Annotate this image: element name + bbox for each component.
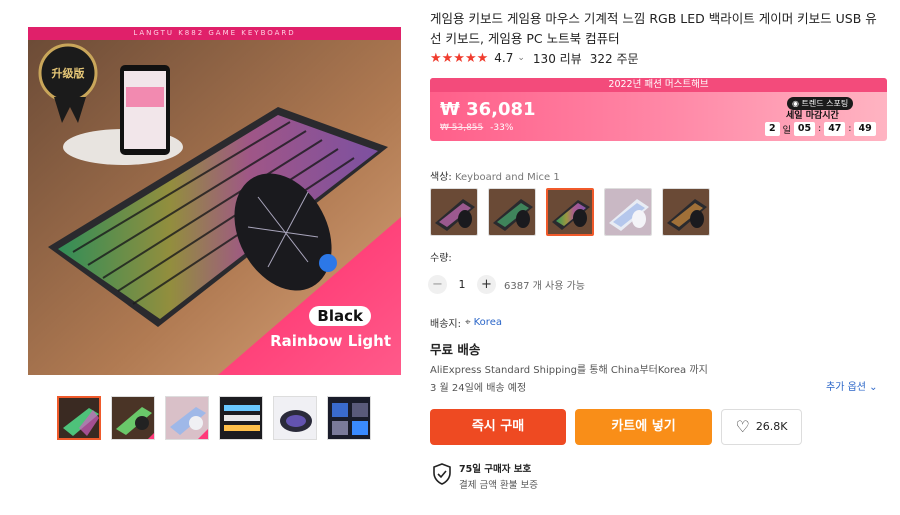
- thumbnail-5[interactable]: [273, 396, 317, 440]
- thumbnail-2[interactable]: [111, 396, 155, 440]
- star-rating-icons: ★★★★★: [430, 50, 489, 66]
- quantity-value[interactable]: 1: [447, 278, 477, 291]
- heart-icon: ♡: [735, 417, 750, 436]
- countdown-timer: 2 일 05 : 47 : 49: [765, 122, 876, 136]
- timer-colon: :: [848, 124, 852, 134]
- quantity-label: 수량:: [430, 253, 452, 264]
- color-swatches: [430, 188, 720, 236]
- timer-days: 2: [765, 122, 780, 136]
- quantity-available: 6387 개 사용 가능: [504, 280, 585, 292]
- buy-now-button[interactable]: 즉시 구매: [430, 409, 566, 445]
- sale-price: ₩ 36,081: [440, 99, 536, 120]
- quantity-increase-button[interactable]: +: [477, 274, 496, 294]
- ship-to-country[interactable]: Korea: [474, 317, 502, 328]
- location-pin-icon: ⌖: [464, 317, 471, 328]
- trend-badge-label: 트렌드 스포팅: [801, 99, 849, 108]
- chevron-down-icon: ⌄: [869, 382, 878, 393]
- original-price: ₩ 53,855: [440, 123, 484, 133]
- more-options-label: 추가 옵션: [826, 382, 866, 393]
- color-option-2[interactable]: [488, 188, 536, 236]
- promo-header: 2022년 패션 머스트해브: [430, 78, 887, 92]
- timer-day-unit: 일: [782, 125, 791, 136]
- wishlist-button[interactable]: ♡ 26.8K: [721, 409, 802, 445]
- timer-minutes: 47: [824, 122, 846, 136]
- buyer-protection: 75일 구매자 보호 결제 금액 환불 보증: [432, 461, 538, 491]
- thumbnail-strip: [57, 396, 377, 442]
- order-count: 322 주문: [589, 51, 639, 66]
- timer-hours: 05: [793, 122, 816, 136]
- timer-colon: :: [818, 124, 822, 134]
- review-count[interactable]: 130 리뷰: [533, 50, 582, 67]
- ship-to-row[interactable]: 배송지: ⌖ Korea: [430, 315, 502, 330]
- badge-dot-icon: ◉: [792, 99, 802, 108]
- rating-value: 4.7: [494, 51, 514, 65]
- thumbnail-1[interactable]: [57, 396, 101, 440]
- color-option-5[interactable]: [662, 188, 710, 236]
- image-banner-text: LANGTU K882 GAME KEYBOARD: [133, 29, 296, 37]
- thumbnail-3[interactable]: [165, 396, 209, 440]
- color-option-3[interactable]: [546, 188, 594, 236]
- timer-seconds: 49: [854, 122, 876, 136]
- thumbnail-4[interactable]: [219, 396, 263, 440]
- rating-row[interactable]: ★★★★★ 4.7 ⌄ 130 리뷰 322 주문: [430, 50, 639, 66]
- variant-label-rainbow: Rainbow Light: [270, 332, 391, 350]
- free-shipping-label: 무료 배송: [430, 342, 481, 357]
- protection-title: 75일 구매자 보호: [459, 464, 532, 475]
- shield-check-icon: [433, 463, 451, 485]
- variant-label-black: Black: [309, 306, 371, 326]
- color-option-4[interactable]: [604, 188, 652, 236]
- thumbnail-6[interactable]: [327, 396, 371, 440]
- original-price-row: ₩ 53,855 -33%: [440, 123, 513, 133]
- chevron-down-icon[interactable]: ⌄: [517, 53, 525, 63]
- add-to-cart-button[interactable]: 카트에 넣기: [575, 409, 712, 445]
- shipping-method: AliExpress Standard Shipping를 통해 China부터…: [430, 365, 708, 376]
- color-label: 색상: Keyboard and Mice 1: [430, 168, 560, 183]
- more-shipping-options[interactable]: 추가 옵션 ⌄: [826, 378, 878, 393]
- wishlist-count: 26.8K: [755, 420, 788, 433]
- color-option-1[interactable]: [430, 188, 478, 236]
- quantity-stepper: − 1 + 6387 개 사용 가능: [428, 274, 585, 294]
- color-selected-value: Keyboard and Mice 1: [454, 172, 560, 183]
- product-title: 게임용 키보드 게임용 마우스 기계적 느낌 RGB LED 백라이트 게이머 …: [430, 11, 877, 46]
- protection-subtitle: 결제 금액 환불 보증: [459, 480, 538, 491]
- quantity-decrease-button[interactable]: −: [428, 274, 447, 294]
- main-product-image[interactable]: LANGTU K882 GAME KEYBOARD 升级版 Black Rain…: [28, 27, 401, 375]
- discount-percent: -33%: [490, 123, 514, 133]
- upgrade-seal-text: 升级版: [51, 67, 85, 80]
- sale-end-label: 세일 마감시간: [786, 111, 839, 121]
- delivery-date: 3 월 24일에 배송 예정: [430, 383, 527, 394]
- color-label-text: 색상:: [430, 172, 452, 183]
- ship-to-label: 배송지:: [430, 319, 461, 330]
